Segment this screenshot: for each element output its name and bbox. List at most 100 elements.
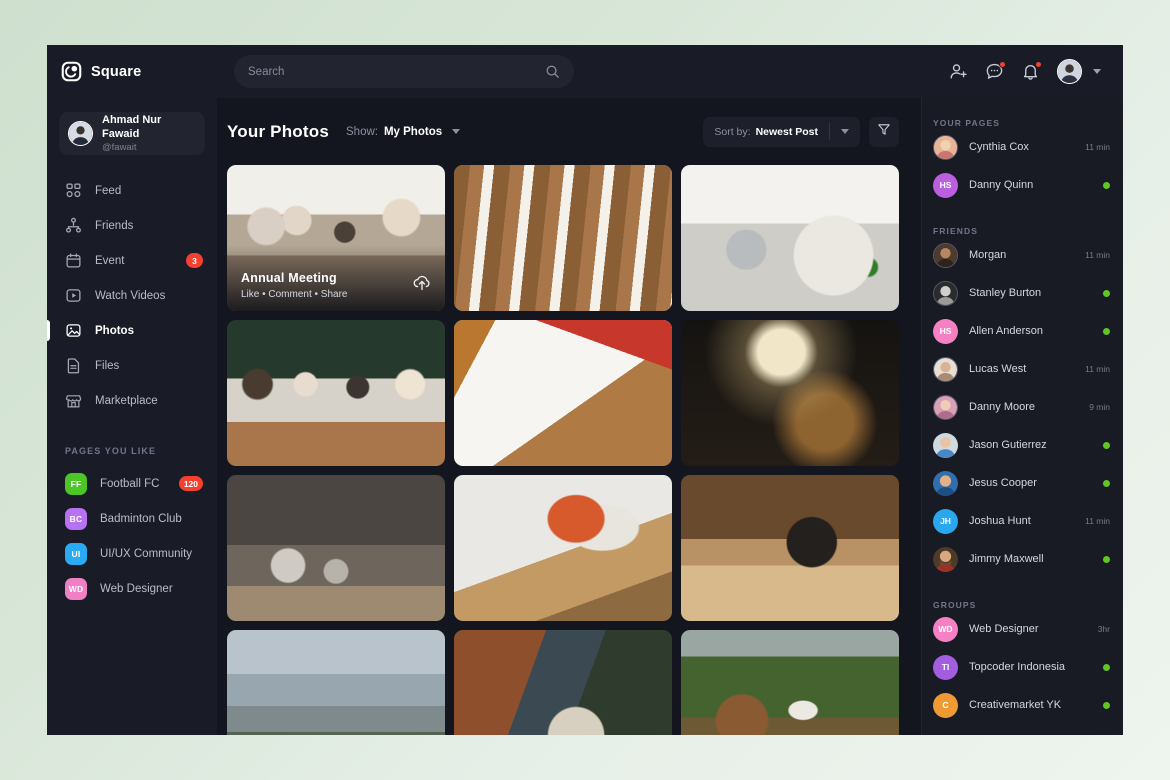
list-item[interactable]: HS Allen Anderson [922,312,1123,350]
list-item[interactable]: Jesus Cooper [922,464,1123,502]
profile-handle: @fawait [102,141,137,153]
sort-caret-button[interactable] [830,129,860,134]
search-bar[interactable] [234,55,574,88]
list-item[interactable]: Jason Gutierrez [922,426,1123,464]
messages-icon[interactable] [985,61,1006,81]
avatar [933,432,958,458]
page-item-ui-ux-community[interactable]: UI UI/UX Community [47,536,217,571]
show-value: My Photos [383,125,443,138]
photo-card[interactable] [681,320,899,466]
photo-card[interactable] [681,475,899,621]
topbar-actions [949,59,1123,84]
add-friend-icon[interactable] [949,62,968,81]
sidebar-item-label: Files [95,359,120,372]
photo-card[interactable] [454,630,672,735]
list-item[interactable]: Stanley Burton [922,274,1123,312]
photo-card[interactable]: Annual Meeting Like • Comment • Share [227,165,445,311]
main-content: Your Photos Show: My Photos Sort by: New… [217,98,921,735]
list-item[interactable]: Morgan 11 min [922,236,1123,274]
avatar [933,356,958,382]
sidebar-item-friends[interactable]: Friends [47,208,217,243]
chevron-down-icon[interactable] [1093,69,1101,74]
list-item[interactable]: Cynthia Cox 11 min [922,128,1123,166]
sidebar-item-files[interactable]: Files [47,348,217,383]
search-input[interactable] [248,65,545,78]
online-status-dot [1103,701,1110,709]
photo-card[interactable] [454,165,672,311]
content-header: Your Photos Show: My Photos Sort by: New… [217,98,921,165]
list-item[interactable]: HS Danny Quinn [922,166,1123,204]
avatar: TI [933,654,958,680]
photo-card[interactable] [681,165,899,311]
list-item-label: Jimmy Maxwell [969,553,1044,565]
avatar [933,546,958,572]
show-label: Show: [346,125,378,138]
list-item-label: Cynthia Cox [969,141,1029,153]
photo-image [681,630,899,735]
sidebar-item-label: Event [95,254,125,267]
profile-avatar [68,121,93,146]
sidebar-item-label: Friends [95,219,134,232]
list-item-time: 11 min [1085,516,1110,526]
sidebar-item-marketplace[interactable]: Marketplace [47,383,217,418]
sidebar-item-photos[interactable]: Photos [47,313,217,348]
body-row: Ahmad Nur Fawaid @fawait Feed Friends Ev… [47,98,1123,735]
photo-card[interactable] [227,475,445,621]
video-play-icon [65,287,82,304]
page-avatar: UI [65,542,87,565]
list-item-time: 11 min [1085,142,1110,152]
list-item[interactable]: JH Joshua Hunt 11 min [922,502,1123,540]
list-item-label: Allen Anderson [969,325,1043,337]
photo-card[interactable] [454,320,672,466]
list-item[interactable]: C Creativemarket YK [922,686,1123,724]
list-item-time: 11 min [1085,250,1110,260]
upload-cloud-icon[interactable] [412,272,432,292]
profile-card[interactable]: Ahmad Nur Fawaid @fawait [59,112,205,155]
list-item-label: Danny Moore [969,401,1036,413]
photo-card[interactable] [227,320,445,466]
page-item-badminton-club[interactable]: BC Badminton Club [47,501,217,536]
sort-value: Newest Post [755,125,818,138]
list-item[interactable]: Danny Moore 9 min [922,388,1123,426]
file-icon [65,357,82,374]
sidebar-item-feed[interactable]: Feed [47,173,217,208]
page-item-football-fc[interactable]: FF Football FC 120 [47,466,217,501]
online-status-dot [1103,479,1110,487]
filter-icon [877,122,891,141]
list-item[interactable]: TI Topcoder Indonesia [922,648,1123,686]
list-item-time: 9 min [1089,402,1110,412]
avatar [933,242,958,268]
show-filter-dropdown[interactable]: Show: My Photos [346,125,461,138]
sidebar-item-watch-videos[interactable]: Watch Videos [47,278,217,313]
chevron-down-icon [841,129,849,134]
page-item-web-designer[interactable]: WD Web Designer [47,571,217,606]
avatar [933,134,958,160]
list-item[interactable]: Lucas West 11 min [922,350,1123,388]
avatar: WD [933,616,958,642]
list-item-label: Topcoder Indonesia [969,661,1066,673]
search-icon[interactable] [545,64,560,79]
list-item-label: Web Designer [969,623,1039,635]
list-item[interactable]: Jimmy Maxwell [922,540,1123,578]
sort-dropdown[interactable]: Sort by: Newest Post [703,116,860,147]
photo-card[interactable] [454,475,672,621]
photo-card[interactable] [227,630,445,735]
right-sidebar[interactable]: YOUR PAGES Cynthia Cox 11 min HS Danny Q… [921,98,1123,735]
sidebar-item-event[interactable]: Event 3 [47,243,217,278]
page-label: UI/UX Community [100,547,193,560]
photo-grid-scroll[interactable]: Annual Meeting Like • Comment • Share [217,165,921,735]
avatar[interactable] [1057,59,1082,84]
online-status-dot [1103,289,1110,297]
filter-button[interactable] [869,116,899,147]
page-label: Football FC [100,477,160,490]
photo-image [227,475,445,621]
photo-card[interactable] [681,630,899,735]
photo-image [681,475,899,621]
right-sidebar-heading: FRIENDS [933,226,979,236]
page-label: Badminton Club [100,512,182,525]
sidebar-item-label: Marketplace [95,394,158,407]
brand[interactable]: Square [47,61,217,82]
left-sidebar: Ahmad Nur Fawaid @fawait Feed Friends Ev… [47,98,217,735]
notifications-bell-icon[interactable] [1021,61,1042,81]
list-item[interactable]: WD Web Designer 3hr [922,610,1123,648]
